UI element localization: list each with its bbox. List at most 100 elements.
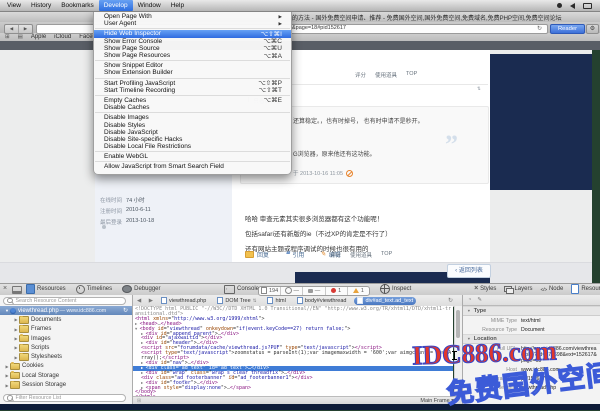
menubar-item-bookmarks[interactable]: Bookmarks bbox=[56, 0, 99, 11]
gear-icon[interactable]: ⚙ bbox=[586, 24, 599, 34]
debugger-button[interactable]: Debugger bbox=[122, 285, 160, 293]
resource-button[interactable]: Resource bbox=[571, 284, 600, 294]
tab-bar bbox=[0, 41, 600, 50]
post-link[interactable]: 使用道具 bbox=[350, 251, 372, 259]
reader-button[interactable]: Reader bbox=[550, 24, 585, 34]
breadcrumb-reload-icon[interactable]: ↻ bbox=[448, 297, 453, 304]
inspector-close-icon[interactable]: × bbox=[3, 283, 7, 295]
dashboard-doc[interactable]: 194 bbox=[259, 287, 281, 295]
post-link[interactable]: 使用道具 bbox=[375, 71, 397, 79]
dom-scrollbar-thumb[interactable] bbox=[456, 310, 460, 338]
breadcrumb-item[interactable]: viewthread.php bbox=[158, 297, 209, 305]
menu-separator bbox=[95, 112, 290, 113]
reload-icon[interactable]: ↻ bbox=[123, 307, 128, 314]
menu-item-label: Empty Caches bbox=[104, 97, 256, 104]
dashboard-disk[interactable]: — bbox=[303, 287, 325, 295]
filter-input[interactable]: Filter Resource List bbox=[3, 394, 126, 402]
timelines-icon bbox=[76, 285, 85, 294]
menu-item[interactable]: Start Timeline Recording⌥⇧⌘T bbox=[94, 87, 291, 94]
menubar-item-history[interactable]: History bbox=[26, 0, 56, 11]
back-forward-buttons[interactable]: ◀▶ bbox=[4, 24, 33, 34]
menu-item[interactable]: Disable JavaScript bbox=[94, 129, 291, 136]
action-quote[interactable]: ❝引用 bbox=[285, 250, 304, 259]
tree-item[interactable]: ▶Scripts bbox=[0, 343, 132, 352]
search-icon bbox=[7, 298, 13, 304]
menubar-item-view[interactable]: View bbox=[2, 0, 26, 11]
menu-item[interactable]: Empty Caches⌥⌘E bbox=[94, 97, 291, 104]
post-link[interactable]: TOP bbox=[381, 251, 392, 259]
menubar-item-develop[interactable]: Develop bbox=[99, 0, 133, 11]
menu-item[interactable]: Hide Web Inspector⌥⇧⌘I bbox=[94, 30, 291, 37]
menu-item[interactable]: User Agent▶ bbox=[94, 20, 291, 27]
menu-item[interactable]: Disable Images bbox=[94, 114, 291, 121]
breadcrumb-item[interactable]: html bbox=[264, 297, 288, 305]
post-link[interactable]: TOP bbox=[406, 71, 417, 79]
history-arrows[interactable]: ◀ ▶ bbox=[137, 298, 156, 304]
desktop-edge bbox=[0, 404, 600, 410]
post-link[interactable]: 评分 bbox=[355, 71, 366, 79]
bookmark-item[interactable]: iCloud bbox=[54, 34, 71, 40]
tree-item[interactable]: ▶Cookies bbox=[0, 362, 132, 371]
action-reply[interactable]: 回复 bbox=[245, 250, 269, 259]
dashboard-clock[interactable]: — bbox=[281, 287, 303, 295]
menu-item[interactable]: Show Page Source⌥⌘U bbox=[94, 45, 291, 52]
bookmark-item[interactable]: Apple bbox=[31, 34, 46, 40]
menu-item[interactable]: Allow JavaScript from Smart Search Field bbox=[94, 163, 291, 170]
back-icon[interactable]: ◀ bbox=[5, 25, 19, 33]
menu-item[interactable]: Disable Site-specific Hacks bbox=[94, 136, 291, 143]
post-link[interactable]: 评分 bbox=[330, 251, 341, 259]
refresh-icon[interactable]: ◔ bbox=[468, 297, 471, 303]
edit-icon[interactable]: ✎ bbox=[477, 297, 482, 303]
menu-item[interactable]: Enable WebGL bbox=[94, 153, 291, 160]
collapse-icon[interactable]: ⇅ bbox=[477, 86, 481, 92]
back-to-list-button[interactable]: ‹ 返回列表 bbox=[447, 264, 491, 278]
console-button[interactable]: › Console bbox=[224, 283, 259, 295]
breadcrumb-item[interactable]: div#ad_text.ad_text bbox=[354, 297, 416, 305]
top-sites-icon[interactable]: ⊞ bbox=[5, 34, 10, 40]
status-circle-icon[interactable] bbox=[557, 3, 562, 8]
forward-icon[interactable]: ▶ bbox=[19, 25, 32, 33]
menu-item[interactable]: Disable Caches bbox=[94, 104, 291, 111]
dashboard-value: 1 bbox=[361, 288, 364, 294]
inspect-button[interactable]: Inspect bbox=[380, 283, 411, 295]
menubar-item-window[interactable]: Window bbox=[133, 0, 166, 11]
volume-icon[interactable] bbox=[570, 3, 575, 9]
tree-item[interactable]: ▶Session Storage bbox=[0, 380, 132, 389]
menu-item[interactable]: Open Page With▶ bbox=[94, 13, 291, 20]
breadcrumb-item[interactable]: body#viewthread bbox=[294, 297, 350, 305]
tree-item[interactable]: ▶Documents bbox=[0, 315, 132, 324]
resource-tree: ▼viewthread.php — www.idc886.com↻▶Docume… bbox=[0, 306, 132, 390]
post-actions: 回复❝引用✎编辑 bbox=[245, 250, 341, 259]
node-button[interactable]: </>Node bbox=[540, 286, 563, 292]
reading-list-icon[interactable]: ▤ bbox=[18, 34, 23, 40]
menu-item[interactable]: Show Extension Builder bbox=[94, 69, 291, 76]
battery-icon[interactable] bbox=[583, 3, 592, 9]
resources-icon bbox=[26, 284, 35, 294]
layers-button[interactable]: Layers bbox=[504, 286, 532, 293]
menu-item[interactable]: Disable Styles bbox=[94, 121, 291, 128]
timelines-button[interactable]: Timelines bbox=[76, 285, 112, 294]
edit-icon: ✎ bbox=[320, 252, 325, 258]
develop-menu: Open Page With▶User Agent▶ Hide Web Inspe… bbox=[93, 11, 292, 175]
inspector-dock-icon[interactable] bbox=[12, 286, 22, 294]
menu-item[interactable]: Show Snippet Editor bbox=[94, 62, 291, 69]
reload-icon[interactable]: ↻ bbox=[537, 25, 542, 32]
styles-button[interactable]: ×Styles bbox=[474, 285, 496, 293]
search-input[interactable]: Search Resource Content bbox=[3, 297, 126, 305]
breadcrumb-label: html bbox=[275, 298, 285, 304]
folder-icon bbox=[19, 325, 29, 333]
resources-button[interactable]: Resources bbox=[26, 284, 66, 294]
menubar-item-help[interactable]: Help bbox=[166, 0, 189, 11]
tree-item[interactable]: ▶Frames bbox=[0, 325, 132, 334]
tree-item[interactable]: ▼viewthread.php — www.idc886.com↻ bbox=[0, 306, 132, 315]
breadcrumb-label: div#ad_text.ad_text bbox=[365, 298, 413, 304]
tree-item[interactable]: ▶Stylesheets bbox=[0, 352, 132, 361]
tree-item[interactable]: ▶Local Storage bbox=[0, 371, 132, 380]
tree-item[interactable]: ▶Images bbox=[0, 334, 132, 343]
menu-item[interactable]: Disable Local File Restrictions bbox=[94, 143, 291, 150]
breadcrumb-item[interactable]: DOM Tree⇅ bbox=[214, 297, 259, 305]
menu-item[interactable]: Show Error Console⌥⌘C bbox=[94, 38, 291, 45]
menu-item[interactable]: Show Page Resources⌥⌘A bbox=[94, 52, 291, 59]
dashboard-error[interactable]: 1 bbox=[326, 287, 348, 295]
dashboard-warning[interactable]: 1 bbox=[348, 287, 369, 295]
